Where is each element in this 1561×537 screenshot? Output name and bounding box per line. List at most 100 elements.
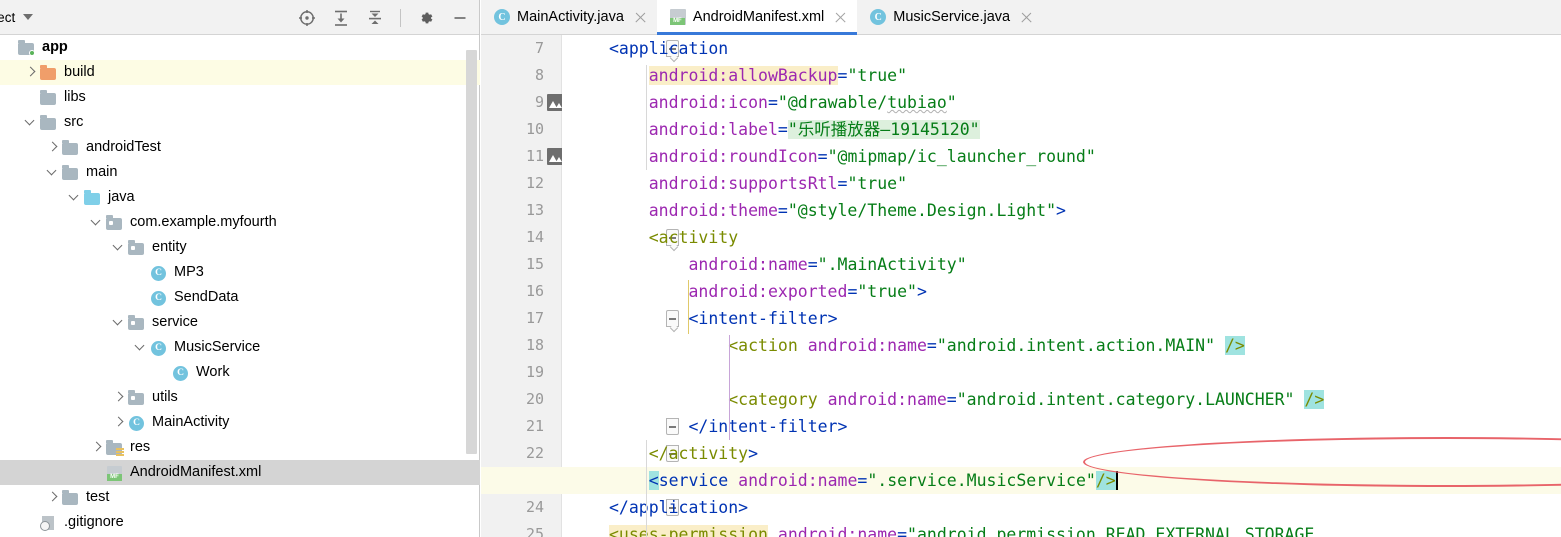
project-panel-title: ject	[0, 9, 16, 25]
code-line-text[interactable]: android:theme="@style/Theme.Design.Light…	[609, 197, 1066, 224]
tree-item-src[interactable]: src	[0, 110, 480, 135]
tree-item-service[interactable]: service	[0, 310, 480, 335]
chevron-down-icon[interactable]	[134, 341, 147, 354]
chevron-down-icon[interactable]	[112, 241, 125, 254]
code-line-text[interactable]: </application>	[609, 494, 748, 521]
chevron-down-icon[interactable]	[90, 216, 103, 229]
java-class-icon: C	[149, 290, 168, 306]
tree-item-com-example-myfourth[interactable]: com.example.myfourth	[0, 210, 480, 235]
tree-item-label: AndroidManifest.xml	[130, 464, 262, 481]
close-icon[interactable]	[834, 11, 847, 24]
editor-tab-musicservice-java[interactable]: C MusicService.java	[857, 0, 1043, 34]
chevron-down-icon[interactable]	[112, 316, 125, 329]
editor-tab-mainactivity-java[interactable]: C MainActivity.java	[481, 0, 657, 34]
code-line-text[interactable]: android:label="乐听播放器—19145120"	[609, 116, 980, 143]
tree-item-main[interactable]: main	[0, 160, 480, 185]
java-class-icon: C	[149, 340, 168, 356]
code-line-text[interactable]: <category android:name="android.intent.c…	[609, 386, 1325, 413]
tree-item-app[interactable]: app	[0, 35, 480, 60]
toolbar-divider	[400, 8, 401, 27]
close-icon[interactable]	[1020, 11, 1033, 24]
package-icon	[105, 215, 124, 231]
code-editor[interactable]: 7891011121314151617181920212223242526 <a…	[481, 35, 1561, 537]
editor-area: C MainActivity.java AndroidManifest.xml C Mu…	[481, 0, 1561, 537]
settings-gear-icon[interactable]	[415, 7, 437, 29]
folder-icon	[61, 140, 80, 156]
chevron-down-icon[interactable]	[46, 166, 59, 179]
chevron-right-icon[interactable]	[24, 66, 37, 79]
tree-item-androidmanifest-xml[interactable]: AndroidManifest.xml	[0, 460, 480, 485]
tree-item-mainactivity[interactable]: C MainActivity	[0, 410, 480, 435]
tree-item-libs[interactable]: libs	[0, 85, 480, 110]
project-tree[interactable]: app build libs src androidTest main java com.ex…	[0, 35, 480, 537]
tree-item-label: androidTest	[86, 139, 161, 156]
code-line-text[interactable]: android:exported="true">	[609, 278, 926, 305]
code-line-text[interactable]: <activity	[609, 224, 738, 251]
tree-item-label: build	[64, 64, 95, 81]
code-line-text[interactable]: <action android:name="android.intent.act…	[609, 332, 1245, 359]
chevron-right-icon[interactable]	[46, 491, 59, 504]
tree-item-androidtest[interactable]: androidTest	[0, 135, 480, 160]
java-class-icon: C	[127, 415, 146, 431]
project-panel-header: ject	[0, 0, 479, 35]
folder-icon	[61, 490, 80, 506]
tree-item--gitignore[interactable]: .gitignore	[0, 510, 480, 535]
project-tree-scrollbar[interactable]	[466, 50, 477, 454]
code-line-text[interactable]: android:supportsRtl="true"	[609, 170, 907, 197]
chevron-down-icon[interactable]	[23, 14, 34, 20]
package-icon	[127, 315, 146, 331]
editor-tab-label: MainActivity.java	[517, 9, 624, 25]
tree-item-musicservice[interactable]: C MusicService	[0, 335, 480, 360]
tree-item-label: src	[64, 114, 84, 131]
tree-item-work[interactable]: C Work	[0, 360, 480, 385]
locate-icon[interactable]	[296, 7, 318, 29]
code-line-text[interactable]: <uses-permission android:name="android.p…	[609, 521, 1314, 537]
tree-item-build[interactable]: build	[0, 60, 480, 85]
chevron-right-icon[interactable]	[112, 416, 125, 429]
project-title-dropdown[interactable]: ject	[0, 9, 34, 25]
tree-item-utils[interactable]: utils	[0, 385, 480, 410]
indent-guide	[646, 440, 647, 537]
editor-tab-androidmanifest-xml[interactable]: AndroidManifest.xml	[656, 0, 858, 35]
close-icon[interactable]	[634, 11, 647, 24]
chevron-down-icon[interactable]	[24, 116, 37, 129]
chevron-down-icon[interactable]	[68, 191, 81, 204]
code-line-text[interactable]: <application	[609, 35, 728, 62]
code-line-text[interactable]: </activity>	[609, 440, 758, 467]
chevron-right-icon[interactable]	[112, 391, 125, 404]
tree-item-label: SendData	[174, 289, 239, 306]
project-panel-toolbar	[296, 0, 471, 35]
tree-item-test[interactable]: test	[0, 485, 480, 510]
tree-item-senddata[interactable]: C SendData	[0, 285, 480, 310]
tree-item-res[interactable]: res	[0, 435, 480, 460]
tree-item-label: app	[42, 39, 68, 56]
code-line-text[interactable]: android:roundIcon="@mipmap/ic_launcher_r…	[609, 143, 1096, 170]
tree-item-label: MainActivity	[152, 414, 230, 431]
expand-all-icon[interactable]	[330, 7, 352, 29]
minimize-icon[interactable]	[449, 7, 471, 29]
tree-item-label: res	[130, 439, 151, 456]
tree-item-label: com.example.myfourth	[130, 214, 277, 231]
code-line-text[interactable]: android:icon="@drawable/tubiao"	[609, 89, 957, 116]
collapse-all-icon[interactable]	[364, 7, 386, 29]
tree-item-mp3[interactable]: C MP3	[0, 260, 480, 285]
folder-orange-icon	[39, 65, 58, 81]
editor-tab-bar: C MainActivity.java AndroidManifest.xml C Mu…	[481, 0, 1561, 35]
code-line-text[interactable]: android:allowBackup="true"	[609, 62, 907, 89]
code-row	[481, 359, 1561, 386]
chevron-right-icon[interactable]	[90, 441, 103, 454]
package-icon	[127, 390, 146, 406]
chevron-right-icon[interactable]	[46, 141, 59, 154]
folder-blue-icon	[83, 190, 102, 206]
tree-item-java[interactable]: java	[0, 185, 480, 210]
module-folder-icon	[17, 40, 36, 56]
folder-icon	[61, 165, 80, 181]
code-line-text[interactable]: android:name=".MainActivity"	[609, 251, 966, 278]
tree-item-entity[interactable]: entity	[0, 235, 480, 260]
code-line-text[interactable]: <intent-filter>	[609, 305, 837, 332]
java-class-icon: C	[149, 265, 168, 281]
code-line-text[interactable]: <service android:name=".service.MusicSer…	[609, 467, 1118, 494]
